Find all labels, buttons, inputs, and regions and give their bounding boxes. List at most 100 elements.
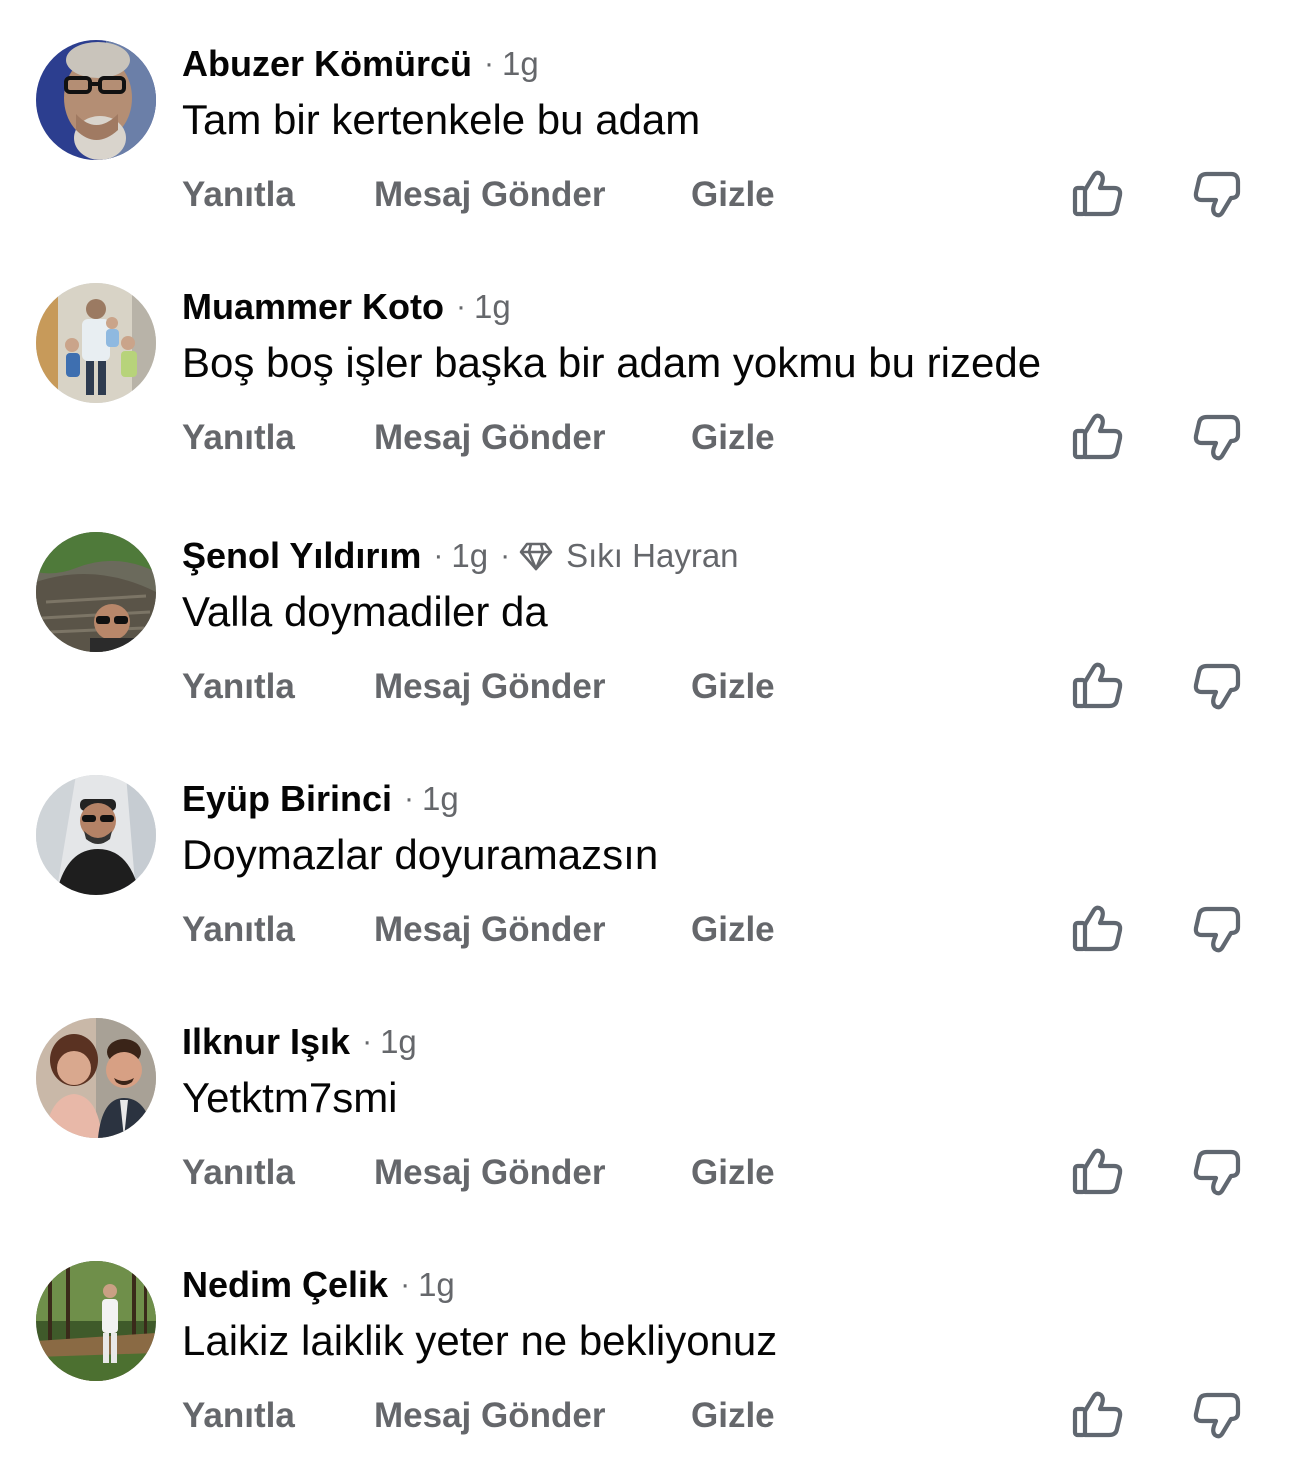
author-name[interactable]: Eyüp Birinci (182, 778, 392, 820)
hide-button[interactable]: Gizle (691, 175, 775, 215)
comment-meta: Eyüp Birinci · 1g (182, 777, 459, 821)
thumbs-up-icon (1072, 662, 1123, 709)
fan-badge: Sıkı Hayran (518, 537, 739, 575)
reply-button[interactable]: Yanıtla (182, 667, 374, 707)
comment-text: Doymazlar doyuramazsın (182, 831, 659, 878)
thumbs-down-icon (1193, 414, 1241, 461)
separator-dot: · (500, 539, 511, 572)
comment-actions: Yanıtla Mesaj Gönder Gizle (182, 907, 775, 953)
author-name[interactable]: Nedim Çelik (182, 1264, 388, 1306)
comment-meta: Muammer Koto · 1g (182, 285, 511, 329)
dislike-button[interactable] (1190, 901, 1246, 957)
comment-time: 1g (422, 780, 459, 817)
comment-time: 1g (380, 1023, 417, 1060)
comment-item: Nedim Çelik · 1g Laikiz laiklik yeter ne… (0, 1221, 1290, 1464)
avatar[interactable] (36, 1018, 156, 1138)
comment-actions: Yanıtla Mesaj Gönder Gizle (182, 1150, 775, 1196)
like-button[interactable] (1070, 658, 1126, 714)
comment-text: Laikiz laiklik yeter ne bekliyonuz (182, 1317, 778, 1364)
comment-time: 1g (502, 45, 539, 82)
fan-badge-label: Sıkı Hayran (566, 537, 739, 574)
comment-item: Şenol Yıldırım · 1g · Sıkı Hayran Valla … (0, 492, 1290, 735)
reply-button[interactable]: Yanıtla (182, 1153, 374, 1193)
comment-meta: Ilknur Işık · 1g (182, 1020, 417, 1064)
separator-dot: · (404, 782, 415, 815)
thumbs-down-icon (1193, 1149, 1241, 1196)
send-message-button[interactable]: Mesaj Gönder (374, 418, 691, 458)
author-name[interactable]: Ilknur Işık (182, 1021, 350, 1063)
avatar[interactable] (36, 283, 156, 403)
separator-dot: · (362, 1025, 373, 1058)
comment-meta: Abuzer Kömürcü · 1g (182, 42, 539, 86)
comment-text: Yetktm7smi (182, 1074, 398, 1121)
avatar-car-selfie-icon (36, 775, 156, 895)
separator-dot: · (400, 1268, 411, 1301)
diamond-icon (519, 542, 553, 571)
send-message-button[interactable]: Mesaj Gönder (374, 1153, 691, 1193)
hide-button[interactable]: Gizle (691, 910, 775, 950)
thumbs-up-icon (1072, 1148, 1123, 1195)
avatar[interactable] (36, 775, 156, 895)
comment-meta: Nedim Çelik · 1g (182, 1263, 455, 1307)
author-name[interactable]: Şenol Yıldırım (182, 535, 421, 577)
dislike-button[interactable] (1190, 166, 1246, 222)
comment-time: 1g (418, 1266, 455, 1303)
dislike-button[interactable] (1190, 409, 1246, 465)
avatar-man-glasses-icon (36, 40, 156, 160)
thumbs-up-icon (1072, 1391, 1123, 1438)
comment-text: Valla doymadiler da (182, 588, 548, 635)
comment-time: 1g (474, 288, 511, 325)
send-message-button[interactable]: Mesaj Gönder (374, 667, 691, 707)
hide-button[interactable]: Gizle (691, 1396, 775, 1436)
send-message-button[interactable]: Mesaj Gönder (374, 910, 691, 950)
hide-button[interactable]: Gizle (691, 418, 775, 458)
comment-time: 1g (451, 537, 489, 574)
author-name[interactable]: Muammer Koto (182, 286, 444, 328)
like-button[interactable] (1070, 901, 1126, 957)
avatar[interactable] (36, 1261, 156, 1381)
hide-button[interactable]: Gizle (691, 667, 775, 707)
comment-text: Tam bir kertenkele bu adam (182, 96, 701, 143)
author-name[interactable]: Abuzer Kömürcü (182, 43, 472, 85)
hide-button[interactable]: Gizle (691, 1153, 775, 1193)
like-button[interactable] (1070, 166, 1126, 222)
thumbs-down-icon (1193, 1392, 1241, 1439)
send-message-button[interactable]: Mesaj Gönder (374, 175, 691, 215)
like-button[interactable] (1070, 1387, 1126, 1443)
avatar-forest-icon (36, 1261, 156, 1381)
reply-button[interactable]: Yanıtla (182, 910, 374, 950)
avatar-outdoor-icon (36, 532, 156, 652)
avatar[interactable] (36, 40, 156, 160)
comment-actions: Yanıtla Mesaj Gönder Gizle (182, 664, 775, 710)
dislike-button[interactable] (1190, 658, 1246, 714)
separator-dot: · (433, 539, 444, 572)
avatar-family-icon (36, 283, 156, 403)
comment-meta: Şenol Yıldırım · 1g · Sıkı Hayran (182, 534, 739, 578)
comment-actions: Yanıtla Mesaj Gönder Gizle (182, 1393, 775, 1439)
reply-button[interactable]: Yanıtla (182, 175, 374, 215)
thumbs-up-icon (1072, 170, 1123, 217)
comment-item: Abuzer Kömürcü · 1g Tam bir kertenkele b… (0, 0, 1290, 243)
comment-item: Eyüp Birinci · 1g Doymazlar doyuramazsın… (0, 735, 1290, 978)
avatar-couple-icon (36, 1018, 156, 1138)
separator-dot: · (484, 47, 495, 80)
comment-actions: Yanıtla Mesaj Gönder Gizle (182, 415, 775, 461)
comment-text: Boş boş işler başka bir adam yokmu bu ri… (182, 339, 1042, 386)
like-button[interactable] (1070, 1144, 1126, 1200)
dislike-button[interactable] (1190, 1387, 1246, 1443)
send-message-button[interactable]: Mesaj Gönder (374, 1396, 691, 1436)
comment-actions: Yanıtla Mesaj Gönder Gizle (182, 172, 775, 218)
reply-button[interactable]: Yanıtla (182, 418, 374, 458)
thumbs-down-icon (1193, 906, 1241, 953)
like-button[interactable] (1070, 409, 1126, 465)
thumbs-up-icon (1072, 905, 1123, 952)
comment-item: Ilknur Işık · 1g Yetktm7smi Yanıtla Mesa… (0, 978, 1290, 1221)
thumbs-up-icon (1072, 413, 1123, 460)
reply-button[interactable]: Yanıtla (182, 1396, 374, 1436)
comment-item: Muammer Koto · 1g Boş boş işler başka bi… (0, 243, 1290, 486)
separator-dot: · (456, 290, 467, 323)
thumbs-down-icon (1193, 171, 1241, 218)
avatar[interactable] (36, 532, 156, 652)
thumbs-down-icon (1193, 663, 1241, 710)
dislike-button[interactable] (1190, 1144, 1246, 1200)
